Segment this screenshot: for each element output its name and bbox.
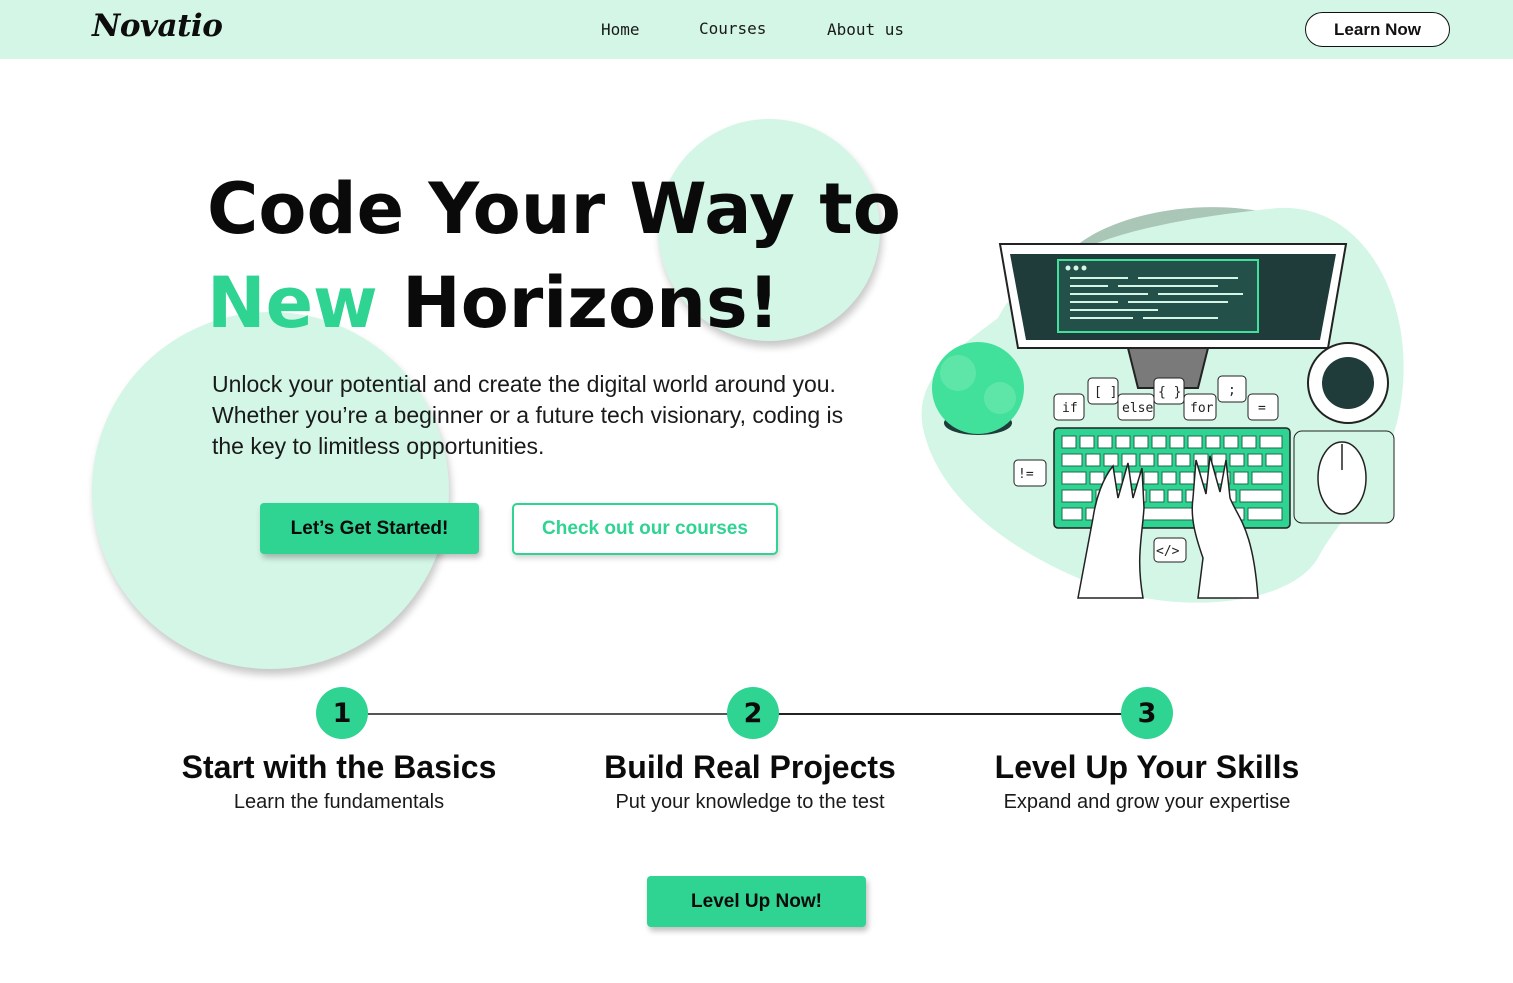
coding-desk-illustration: if [ ] else { } for ; = != </> (921, 207, 1404, 603)
learn-now-button[interactable]: Learn Now (1305, 12, 1450, 47)
step-title-1: Start with the Basics (181, 749, 497, 785)
keyboard-icon (1053, 427, 1291, 529)
mouse-icon (1293, 430, 1395, 524)
step-connector-1 (368, 713, 728, 715)
step-subtitle-3: Expand and grow your expertise (1003, 791, 1291, 813)
plant-icon (932, 342, 1024, 435)
step-title-3: Level Up Your Skills (994, 749, 1300, 785)
hero-headline-line-1: Code Your Way to (207, 168, 901, 250)
svg-text:else: else (1122, 401, 1153, 416)
svg-text:=: = (1258, 401, 1266, 416)
svg-text:;: ; (1228, 383, 1236, 398)
nav-link-home[interactable]: Home (601, 20, 640, 39)
step-subtitle-1: Learn the fundamentals (233, 791, 445, 813)
hero-headline-rest: Horizons! (402, 262, 780, 344)
nav-link-about-us[interactable]: About us (827, 20, 904, 39)
svg-text:</>: </> (1156, 544, 1180, 559)
svg-text:for: for (1190, 401, 1214, 416)
step-number-3: 3 (1121, 687, 1173, 739)
step-number-1: 1 (316, 687, 368, 739)
hero-headline-accent: New (207, 262, 378, 344)
level-up-button[interactable]: Level Up Now! (647, 876, 866, 927)
step-title-2: Build Real Projects (604, 749, 896, 785)
nav-link-courses[interactable]: Courses (699, 19, 766, 38)
step-connector-2 (778, 713, 1122, 715)
coffee-cup-icon (1307, 342, 1389, 424)
hero-subtext: Unlock your potential and create the dig… (212, 371, 844, 459)
brand-logo[interactable]: Novatio (92, 8, 223, 44)
svg-text:{ }: { } (1158, 385, 1181, 400)
check-courses-button[interactable]: Check out our courses (512, 503, 778, 555)
hero-headline-line-2: New Horizons! (207, 262, 780, 344)
step-number-2: 2 (727, 687, 779, 739)
svg-text:[ ]: [ ] (1094, 385, 1117, 400)
step-subtitle-2: Put your knowledge to the test (615, 791, 885, 813)
decorative-circle-left (92, 312, 449, 669)
get-started-button[interactable]: Let’s Get Started! (260, 503, 479, 554)
svg-text:if: if (1062, 401, 1078, 416)
svg-text:!=: != (1018, 467, 1034, 482)
top-navbar: Novatio Home Courses About us Learn Now (0, 0, 1513, 59)
